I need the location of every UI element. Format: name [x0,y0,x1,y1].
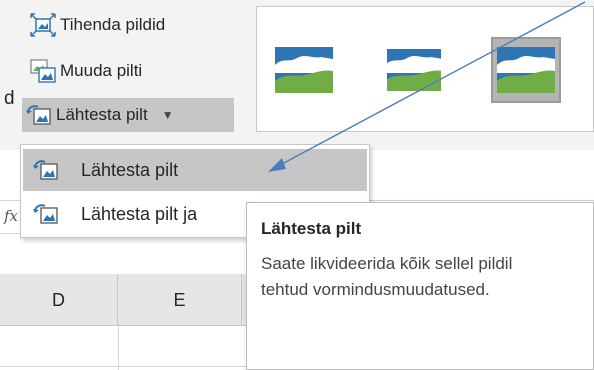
column-header[interactable]: D [0,274,118,326]
tooltip: Lähtesta pilt Saate likvideerida kõik se… [246,202,594,370]
picture-format-ribbon: d Tihenda pildid Muuda pilti Lähtesta pi… [0,0,594,150]
grid-line [0,366,246,367]
menu-item-label: Lähtesta pilt [81,159,179,180]
compress-pictures-button[interactable]: Tihenda pildid [26,10,173,40]
reset-picture-icon [33,202,59,226]
picture-style-thumbnail-selected[interactable] [491,37,561,103]
tooltip-title: Lähtesta pilt [261,219,362,238]
landscape-picture-icon [275,47,333,93]
reset-picture-icon [33,158,59,182]
ribbon-cut-label: d [4,88,15,109]
fx-label[interactable]: fx [4,207,18,225]
picture-styles-gallery [256,6,594,132]
reset-picture-label: Lähtesta pilt [56,105,148,124]
landscape-picture-icon [385,47,443,93]
compress-pictures-icon [30,13,56,37]
change-picture-label: Muuda pilti [60,61,143,80]
compress-pictures-label: Tihenda pildid [60,15,166,34]
reset-picture-icon [26,103,52,127]
column-header[interactable]: E [118,274,242,326]
change-picture-button[interactable]: Muuda pilti [26,56,150,86]
menu-item-label: Lähtesta pilt ja [81,203,198,224]
landscape-picture-icon [497,47,555,93]
picture-style-thumbnail[interactable] [379,37,449,103]
change-picture-icon [30,59,56,83]
reset-picture-split-button[interactable]: Lähtesta pilt ▼ [22,98,234,132]
chevron-down-icon[interactable]: ▼ [162,108,174,122]
tooltip-body: Saate likvideerida kõik sellel pildil te… [261,254,513,299]
grid-line [118,326,119,370]
menu-item-reset-picture[interactable]: Lähtesta pilt [23,149,367,191]
picture-style-thumbnail[interactable] [269,37,339,103]
